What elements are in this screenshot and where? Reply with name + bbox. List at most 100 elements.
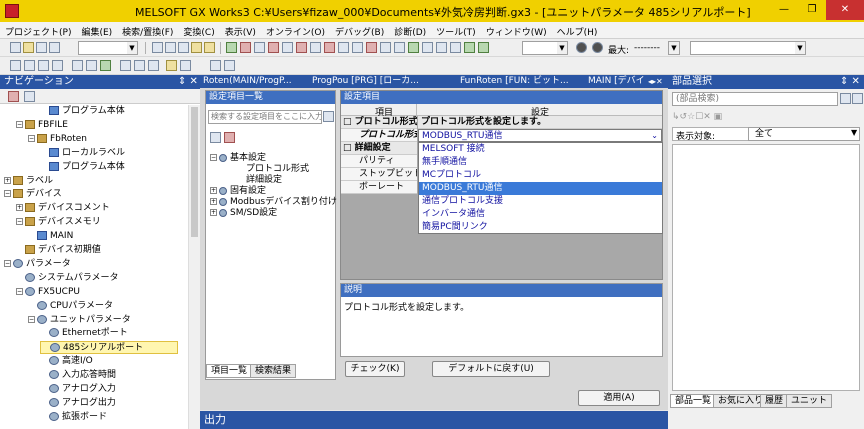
- label-icon[interactable]: [450, 42, 461, 53]
- grid-row[interactable]: □ プロトコル形式 プロトコル形式を設定します。: [341, 116, 662, 129]
- parts-list[interactable]: [672, 144, 860, 391]
- zoom-out-icon[interactable]: [478, 42, 489, 53]
- output-icon[interactable]: [38, 60, 49, 71]
- menu-tool[interactable]: ツール(T): [431, 22, 481, 38]
- settings-tree-item[interactable]: − 基本設定: [210, 153, 266, 164]
- zoom-in-icon[interactable]: [464, 42, 475, 53]
- pou-icon[interactable]: [120, 60, 131, 71]
- nav-scroll-thumb[interactable]: [191, 107, 198, 237]
- minimize-button[interactable]: —: [770, 0, 798, 20]
- menu-find-replace[interactable]: 検索/置換(F): [117, 22, 178, 38]
- group-toggle-icon[interactable]: □: [343, 117, 355, 127]
- nav-item[interactable]: + ラベル: [4, 175, 53, 188]
- nav-item[interactable]: CPUパラメータ: [28, 300, 113, 313]
- settings-tree-item[interactable]: プロトコル形式: [226, 164, 309, 175]
- toolbar-combo-1[interactable]: ▼: [78, 41, 138, 55]
- dropdown-option[interactable]: MODBUS_RTU通信: [419, 182, 662, 195]
- chevron-down-icon[interactable]: ⌄: [651, 130, 658, 142]
- monitor-stop-icon[interactable]: [282, 42, 293, 53]
- nav-item[interactable]: 拡張ボード: [40, 411, 107, 424]
- menu-convert[interactable]: 変換(C): [178, 22, 219, 38]
- nav-item[interactable]: プログラム本体: [40, 161, 125, 174]
- tab-unit[interactable]: ユニット: [786, 394, 833, 408]
- paste-icon[interactable]: [178, 42, 189, 53]
- collapse-icon[interactable]: −: [4, 259, 11, 267]
- expand-icon[interactable]: +: [16, 204, 23, 212]
- doc-tab-main[interactable]: MAIN [デバイ: [588, 75, 645, 88]
- nav-view-icon[interactable]: [8, 91, 19, 102]
- statement-icon[interactable]: [224, 60, 235, 71]
- online-icon[interactable]: [324, 42, 335, 53]
- nav-scrollbar[interactable]: [188, 105, 200, 429]
- close-button[interactable]: ✕: [826, 0, 864, 20]
- expand-icon[interactable]: +: [210, 198, 217, 205]
- dropdown-option[interactable]: MELSOFT 接続: [419, 143, 662, 156]
- zoom-combo[interactable]: ▼: [522, 41, 568, 55]
- verify-icon[interactable]: [296, 42, 307, 53]
- doc-tab-progpou[interactable]: ProgPou [PRG] [ローカ...: [312, 75, 419, 88]
- collapse-icon[interactable]: −: [16, 218, 23, 226]
- nav-item[interactable]: システムパラメータ: [16, 272, 118, 285]
- expand-icon[interactable]: +: [210, 209, 217, 216]
- fb-icon[interactable]: [134, 60, 145, 71]
- settings-tree-item[interactable]: + SM/SD設定: [210, 208, 277, 219]
- parts-option-icon[interactable]: [852, 93, 863, 104]
- tab-history[interactable]: 履歴: [760, 394, 789, 408]
- fbd-icon[interactable]: [436, 42, 447, 53]
- nav-pin-icon[interactable]: ⇕ ✕: [178, 75, 198, 89]
- device-batch-icon[interactable]: [338, 42, 349, 53]
- nav-item[interactable]: Ethernetポート: [40, 327, 128, 340]
- book-icon[interactable]: [180, 60, 191, 71]
- settings-search-input[interactable]: 検索する設定項目をここに入力: [208, 110, 322, 124]
- check-button[interactable]: チェック(K): [345, 361, 405, 377]
- nav-item[interactable]: − FBFILE: [16, 119, 68, 132]
- redo-icon[interactable]: [204, 42, 215, 53]
- copy-icon[interactable]: [165, 42, 176, 53]
- nav-item[interactable]: アナログ出力: [40, 397, 116, 410]
- nav-item[interactable]: MAIN: [28, 230, 73, 243]
- doc-tab-funroten[interactable]: FunRoten [FUN: ビット...: [460, 75, 569, 88]
- check-icon[interactable]: [100, 60, 111, 71]
- display-target-select[interactable]: 全て: [748, 127, 860, 141]
- parts-search-input[interactable]: (部品検索): [672, 92, 838, 106]
- ladder-icon[interactable]: [394, 42, 405, 53]
- expand-all-icon[interactable]: [210, 132, 221, 143]
- undo-icon[interactable]: [191, 42, 202, 53]
- menu-view[interactable]: 表示(V): [220, 22, 261, 38]
- convert-icon[interactable]: [226, 42, 237, 53]
- st-icon[interactable]: [422, 42, 433, 53]
- watch-icon[interactable]: [352, 42, 363, 53]
- collapse-icon[interactable]: −: [28, 134, 35, 142]
- sfc-icon[interactable]: [408, 42, 419, 53]
- nav-item[interactable]: 高速I/O: [40, 355, 93, 368]
- bookmark-icon[interactable]: [166, 60, 177, 71]
- dropdown-option[interactable]: MCプロトコル: [419, 169, 662, 182]
- new-icon[interactable]: [10, 42, 21, 53]
- simulator-icon[interactable]: [310, 42, 321, 53]
- fun-icon[interactable]: [148, 60, 159, 71]
- nav-sort-icon[interactable]: [24, 91, 35, 102]
- nav-item[interactable]: プログラム本体: [40, 105, 125, 118]
- grid-row[interactable]: プロトコル形式 MODBUS_RTU通信 ⌄: [341, 129, 662, 142]
- expand-icon[interactable]: +: [210, 187, 217, 194]
- cut-icon[interactable]: [152, 42, 163, 53]
- output-panel-title[interactable]: 出力: [200, 411, 668, 429]
- protocol-dropdown-list[interactable]: MELSOFT 接続 無手順通信 MCプロトコル MODBUS_RTU通信 通信プロトコ…: [418, 142, 663, 234]
- dropdown-option[interactable]: 簡易PC間リンク: [419, 221, 662, 234]
- parts-pin-icon[interactable]: ⇕ ✕: [840, 75, 860, 89]
- tab-scroll-icon[interactable]: ◂▸✕: [648, 75, 663, 88]
- collapse-icon[interactable]: −: [16, 287, 23, 295]
- collapse-icon[interactable]: −: [4, 190, 11, 198]
- save-icon[interactable]: [36, 42, 47, 53]
- collapse-all-icon[interactable]: [224, 132, 235, 143]
- collapse-icon[interactable]: −: [210, 154, 217, 161]
- toolbar-combo-2[interactable]: ▼: [690, 41, 806, 55]
- nav-item[interactable]: + デバイスコメント: [16, 202, 110, 215]
- settings-tree-item[interactable]: 詳細設定: [226, 175, 282, 186]
- nav-item[interactable]: − FbRoten: [28, 133, 87, 146]
- cross-ref-icon[interactable]: [380, 42, 391, 53]
- nav-item[interactable]: デバイス初期値: [16, 244, 101, 257]
- doc-tab-roten[interactable]: Roten(MAIN/ProgP...: [203, 75, 292, 88]
- nav-item[interactable]: − デバイスメモリ: [16, 216, 101, 229]
- tab-parts-list[interactable]: 部品一覧: [670, 394, 717, 408]
